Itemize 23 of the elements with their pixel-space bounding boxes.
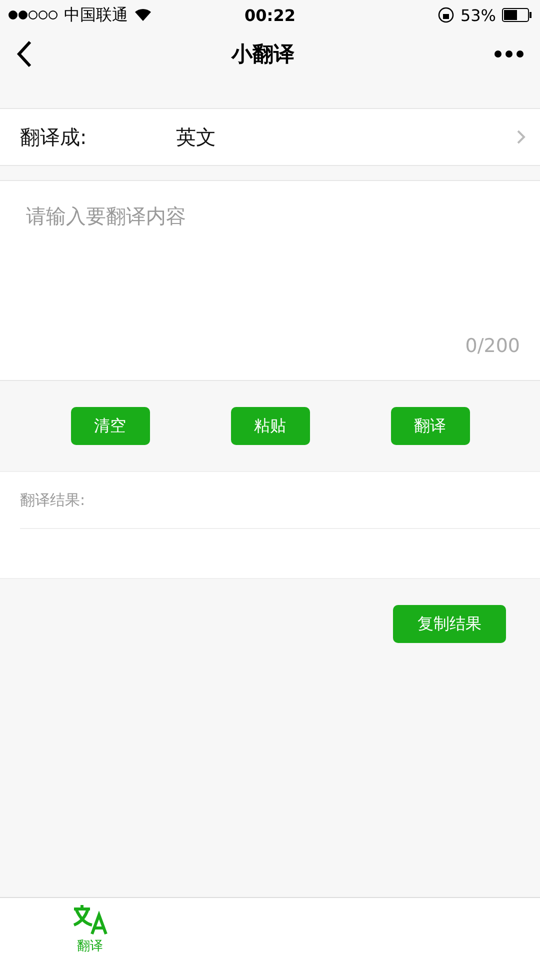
action-button[interactable]: 粘贴 (230, 407, 310, 445)
translate-icon (72, 903, 108, 935)
language-label: 翻译成: (20, 124, 88, 150)
wifi-icon (134, 8, 152, 22)
copy-button[interactable]: 复制结果 (393, 605, 506, 643)
result-label: 翻译结果: (20, 472, 540, 529)
action-button[interactable]: 翻译 (390, 407, 470, 445)
page-title: 小翻译 (232, 41, 294, 68)
chevron-icon (517, 130, 526, 144)
char-counter: 0/200 (465, 335, 520, 357)
battery-percent: 53% (460, 6, 496, 24)
rotation-lock-icon (438, 7, 454, 23)
language-picker[interactable]: 翻译成: 英文 (0, 108, 540, 166)
clock-text: 00:22 (244, 6, 296, 24)
carrier-text: 中国联通 (64, 4, 128, 26)
signal-icon (8, 10, 58, 20)
back-icon[interactable] (16, 40, 32, 68)
battery-icon (502, 8, 532, 22)
language-value: 英文 (176, 124, 217, 150)
tab[interactable]: 翻译 (0, 898, 180, 960)
input-field[interactable]: 请输入要翻译内容 (0, 180, 540, 335)
action-button[interactable]: 清空 (70, 407, 150, 445)
more-icon[interactable] (494, 50, 524, 58)
